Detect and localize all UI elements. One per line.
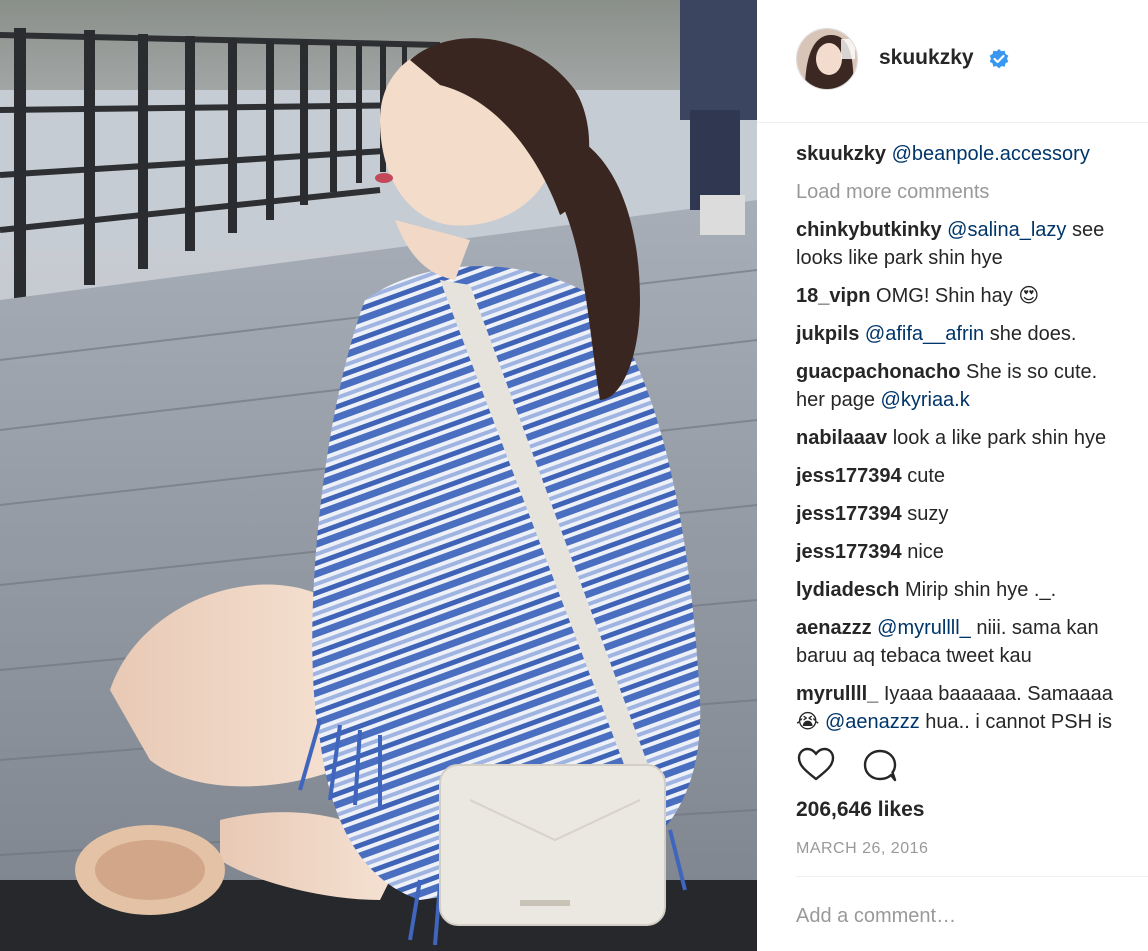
- comment-bubble-icon[interactable]: [860, 745, 900, 785]
- post-details-panel: skuukzky skuukzky @beanpole.accessory Lo…: [757, 0, 1148, 951]
- comment-text: nice: [901, 541, 944, 563]
- comment-username[interactable]: aenazzz: [796, 617, 872, 639]
- verified-badge-icon: [988, 48, 1010, 70]
- avatar[interactable]: [796, 28, 858, 90]
- comment-username[interactable]: guacpachonacho: [796, 361, 960, 383]
- add-comment-input[interactable]: [796, 896, 1136, 936]
- comments-list: skuukzky @beanpole.accessory Load more c…: [796, 140, 1148, 732]
- comment-item: chinkybutkinky @salina_lazy see looks li…: [796, 216, 1148, 272]
- comment-username[interactable]: jukpils: [796, 323, 859, 345]
- comment-text: she does.: [984, 323, 1077, 345]
- load-more-comments-button[interactable]: Load more comments: [796, 178, 1148, 206]
- comment-text-continued: her page: [796, 389, 875, 411]
- caption-username[interactable]: skuukzky: [796, 143, 886, 165]
- comment-item: jess177394 suzy: [796, 500, 1148, 528]
- divider: [796, 876, 1148, 877]
- photo-illustration: [0, 0, 757, 951]
- comment-username[interactable]: jess177394: [796, 541, 902, 563]
- comment-text: suzy: [901, 503, 949, 525]
- comment-text: look a like park shin hye: [887, 427, 1107, 449]
- comment-text-continued-line: her page @kyriaa.k: [796, 386, 1148, 414]
- comment-item: 18_vipn OMG! Shin hay 😍: [796, 282, 1148, 310]
- caption: skuukzky @beanpole.accessory: [796, 140, 1148, 168]
- comment-text: niii. sama kan: [970, 617, 1099, 639]
- comment-mention-link[interactable]: @afifa__afrin: [865, 323, 984, 345]
- comment-text: OMG! Shin hay 😍: [870, 285, 1040, 307]
- comment-username[interactable]: 18_vipn: [796, 285, 870, 307]
- comment-username[interactable]: nabilaaav: [796, 427, 887, 449]
- post-header: skuukzky: [757, 0, 1148, 123]
- caption-mention-link[interactable]: @beanpole.accessory: [892, 143, 1090, 165]
- comment-text: Mirip shin hye ._.: [899, 579, 1057, 601]
- comment-text-continued: baruu aq tebaca tweet kau: [796, 645, 1032, 667]
- comment-text-continued-line: 😭 @aenazzz hua.. i cannot PSH is: [796, 708, 1148, 732]
- comment-mention-link[interactable]: @aenazzz: [825, 711, 920, 732]
- comment-username[interactable]: jess177394: [796, 465, 902, 487]
- comment-text: Iyaaa baaaaaa. Samaaaa: [878, 683, 1113, 705]
- comment-username[interactable]: lydiadesch: [796, 579, 899, 601]
- avatar-image: [797, 29, 857, 89]
- comment-item: aenazzz @myrullll_ niii. sama kan baruu …: [796, 614, 1148, 670]
- comment-item: jukpils @afifa__afrin she does.: [796, 320, 1148, 348]
- comment-item: lydiadesch Mirip shin hye ._.: [796, 576, 1148, 604]
- comment-mention-link[interactable]: @salina_lazy: [947, 219, 1066, 241]
- post-photo[interactable]: [0, 0, 757, 951]
- comment-text: cute: [901, 465, 946, 487]
- comment-text-continued: looks like park shin hye: [796, 247, 1003, 269]
- post-date: MARCH 26, 2016: [796, 840, 929, 857]
- comment-item: myrullll_ Iyaaa baaaaaa. Samaaaa 😭 @aena…: [796, 680, 1148, 732]
- crying-emoji-icon: 😭: [796, 711, 820, 732]
- post-author-username[interactable]: skuukzky: [879, 46, 974, 70]
- comment-text: She is so cute.: [960, 361, 1098, 383]
- comment-item: jess177394 cute: [796, 462, 1148, 490]
- comment-item: jess177394 nice: [796, 538, 1148, 566]
- comment-mention-link[interactable]: @kyriaa.k: [881, 389, 970, 411]
- comment-text-continued: hua.. i cannot PSH is: [919, 711, 1113, 732]
- heart-icon[interactable]: [796, 745, 836, 785]
- comment-username[interactable]: jess177394: [796, 503, 902, 525]
- comment-mention-link[interactable]: @myrullll_: [877, 617, 971, 639]
- comment-username[interactable]: myrullll_: [796, 683, 878, 705]
- comment-username[interactable]: chinkybutkinky: [796, 219, 942, 241]
- likes-count[interactable]: 206,646 likes: [796, 798, 924, 822]
- comment-item: guacpachonacho She is so cute. her page …: [796, 358, 1148, 414]
- post-actions: [796, 745, 996, 789]
- comment-item: nabilaaav look a like park shin hye: [796, 424, 1148, 452]
- comment-text: see: [1066, 219, 1105, 241]
